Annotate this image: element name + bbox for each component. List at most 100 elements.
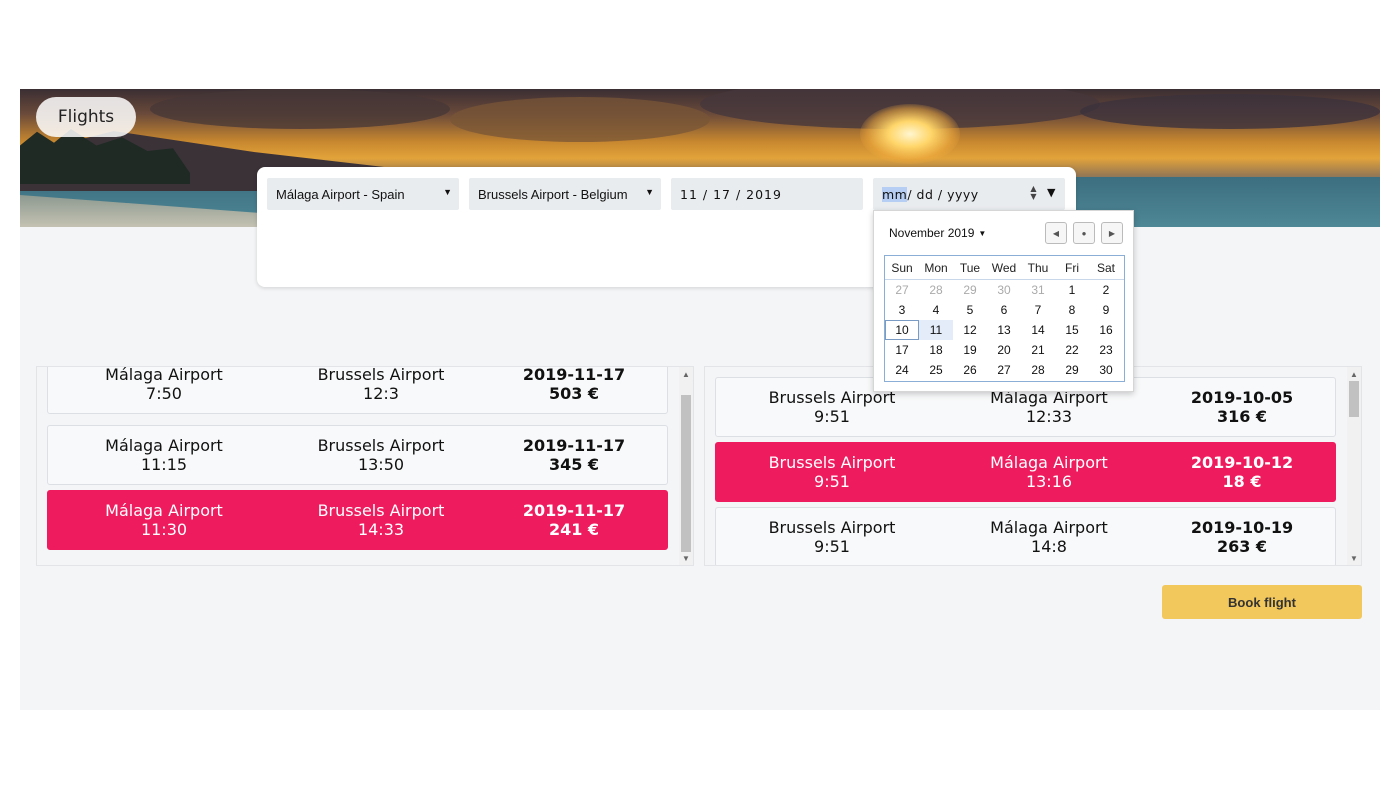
book-flight-button[interactable]: Book flight <box>1162 585 1362 619</box>
departure-time: 11:30 <box>140 520 188 539</box>
calendar-day[interactable]: 29 <box>1055 360 1089 380</box>
calendar-day[interactable]: 21 <box>1021 340 1055 360</box>
calendar-day[interactable]: 31 <box>1021 280 1055 300</box>
calendar-day[interactable]: 27 <box>987 360 1021 380</box>
previous-month-button[interactable]: ◀ <box>1045 222 1067 244</box>
flight-date: 2019-11-17 <box>522 436 626 455</box>
next-month-button[interactable]: ▶ <box>1101 222 1123 244</box>
calendar-weekday-row: Sun Mon Tue Wed Thu Fri Sat <box>885 256 1124 280</box>
chevron-down-icon: ▼ <box>443 187 452 197</box>
dot-icon: ● <box>1081 228 1087 238</box>
calendar-day[interactable]: 8 <box>1055 300 1089 320</box>
flight-destination: Málaga Airport 13:16 <box>941 443 1157 501</box>
calendar-day[interactable]: 17 <box>885 340 919 360</box>
calendar-day[interactable]: 6 <box>987 300 1021 320</box>
scrollbar[interactable]: ▲ ▼ <box>679 367 693 565</box>
arrival-time: 13:50 <box>357 455 405 474</box>
hero-cloud <box>450 97 710 142</box>
depart-date-input[interactable]: 11 / 17 / 2019 <box>671 178 863 210</box>
scrollbar[interactable]: ▲ ▼ <box>1347 367 1361 565</box>
calendar-day[interactable]: 24 <box>885 360 919 380</box>
flight-origin: Brussels Airport 9:51 <box>716 443 948 501</box>
date-picker-popup: November 2019 ▼ ◀ ● ▶ Sun Mon Tue Wed Thu Fri S… <box>873 210 1134 392</box>
calendar-day[interactable]: 10 <box>885 320 919 340</box>
calendar-day[interactable]: 3 <box>885 300 919 320</box>
destination-airport: Brussels Airport <box>317 436 445 455</box>
calendar-day[interactable]: 30 <box>987 280 1021 300</box>
flight-date: 2019-10-12 <box>1190 453 1294 472</box>
departure-time: 11:15 <box>140 455 188 474</box>
destination-airport: Brussels Airport <box>317 501 445 520</box>
calendar-day[interactable]: 16 <box>1089 320 1123 340</box>
origin-select-value: Málaga Airport - Spain <box>276 186 405 202</box>
departure-time: 9:51 <box>814 407 850 426</box>
calendar-day[interactable]: 4 <box>919 300 953 320</box>
arrival-time: 12:3 <box>363 384 399 403</box>
origin-airport: Brussels Airport <box>768 453 896 472</box>
calendar-weekday: Sun <box>891 260 913 275</box>
calendar-day[interactable]: 22 <box>1055 340 1089 360</box>
calendar-week-row: 24 25 26 27 28 29 30 <box>885 360 1124 380</box>
return-date-rest: / dd / yyyy <box>907 186 979 202</box>
calendar-dropdown-icon[interactable]: ▼ <box>1047 186 1056 199</box>
calendar-day[interactable]: 5 <box>953 300 987 320</box>
calendar-day[interactable]: 7 <box>1021 300 1055 320</box>
calendar-day[interactable]: 25 <box>919 360 953 380</box>
calendar-day[interactable]: 30 <box>1089 360 1123 380</box>
arrival-time: 14:33 <box>357 520 405 539</box>
calendar-grid: Sun Mon Tue Wed Thu Fri Sat 27 28 29 30 31 1 2 3 4 5 6 7 8 9… <box>884 255 1125 382</box>
scrollbar-thumb[interactable] <box>1349 381 1359 417</box>
arrival-time: 13:16 <box>1025 472 1073 491</box>
triangle-left-icon: ◀ <box>1052 228 1060 238</box>
origin-airport: Málaga Airport <box>105 501 223 520</box>
calendar-day[interactable]: 1 <box>1055 280 1089 300</box>
destination-select[interactable]: Brussels Airport - Belgium ▼ <box>469 178 661 210</box>
calendar-day[interactable]: 28 <box>1021 360 1055 380</box>
spin-icon[interactable]: ▲ ▼ <box>1030 185 1037 201</box>
origin-airport: Málaga Airport <box>105 366 223 384</box>
calendar-day[interactable]: 15 <box>1055 320 1089 340</box>
flight-destination: Brussels Airport 12:3 <box>273 367 489 413</box>
destination-select-value: Brussels Airport - Belgium <box>478 186 628 202</box>
today-button[interactable]: ● <box>1073 222 1095 244</box>
calendar-day[interactable]: 9 <box>1089 300 1123 320</box>
flight-card[interactable]: Málaga Airport 11:15 Brussels Airport 13:50… <box>47 425 668 485</box>
calendar-day[interactable]: 11 <box>919 320 953 340</box>
flight-card[interactable]: Brussels Airport 9:51 Málaga Airport 14:8 20… <box>715 507 1336 565</box>
flight-price: 316 € <box>1216 407 1268 426</box>
arrival-time: 12:33 <box>1025 407 1073 426</box>
flight-origin: Málaga Airport 11:15 <box>48 426 280 484</box>
flight-card[interactable]: Málaga Airport 7:50 Brussels Airport 12:3 20… <box>47 366 668 414</box>
calendar-day[interactable]: 14 <box>1021 320 1055 340</box>
scroll-up-icon[interactable]: ▲ <box>682 370 690 379</box>
calendar-weekday: Thu <box>1027 260 1049 275</box>
calendar-weekday: Sat <box>1096 260 1115 275</box>
calendar-day[interactable]: 20 <box>987 340 1021 360</box>
calendar-day[interactable]: 29 <box>953 280 987 300</box>
calendar-day[interactable]: 13 <box>987 320 1021 340</box>
calendar-day[interactable]: 27 <box>885 280 919 300</box>
calendar-day[interactable]: 12 <box>953 320 987 340</box>
calendar-month-select[interactable]: November 2019 ▼ <box>889 226 986 240</box>
scrollbar-thumb[interactable] <box>681 395 691 552</box>
scroll-down-icon[interactable]: ▼ <box>1350 554 1358 563</box>
page-title[interactable]: Flights <box>36 97 136 137</box>
destination-airport: Málaga Airport <box>990 518 1108 537</box>
calendar-day[interactable]: 18 <box>919 340 953 360</box>
calendar-day[interactable]: 26 <box>953 360 987 380</box>
calendar-week-row: 10 11 12 13 14 15 16 <box>885 320 1124 340</box>
calendar-week-row: 27 28 29 30 31 1 2 <box>885 280 1124 300</box>
depart-date-value: 11 / 17 / 2019 <box>680 186 782 202</box>
calendar-day[interactable]: 2 <box>1089 280 1123 300</box>
calendar-day[interactable]: 28 <box>919 280 953 300</box>
return-date-input[interactable]: mm / dd / yyyy ▲ ▼ ▼ <box>873 178 1065 210</box>
scroll-up-icon[interactable]: ▲ <box>1350 370 1358 379</box>
origin-select[interactable]: Málaga Airport - Spain ▼ <box>267 178 459 210</box>
return-date-month-segment[interactable]: mm <box>882 186 908 202</box>
scroll-down-icon[interactable]: ▼ <box>682 554 690 563</box>
calendar-day[interactable]: 23 <box>1089 340 1123 360</box>
calendar-day[interactable]: 19 <box>953 340 987 360</box>
flight-card[interactable]: Málaga Airport 11:30 Brussels Airport 14:33… <box>47 490 668 550</box>
departure-time: 9:51 <box>814 537 850 556</box>
flight-card[interactable]: Brussels Airport 9:51 Málaga Airport 13:16 2… <box>715 442 1336 502</box>
